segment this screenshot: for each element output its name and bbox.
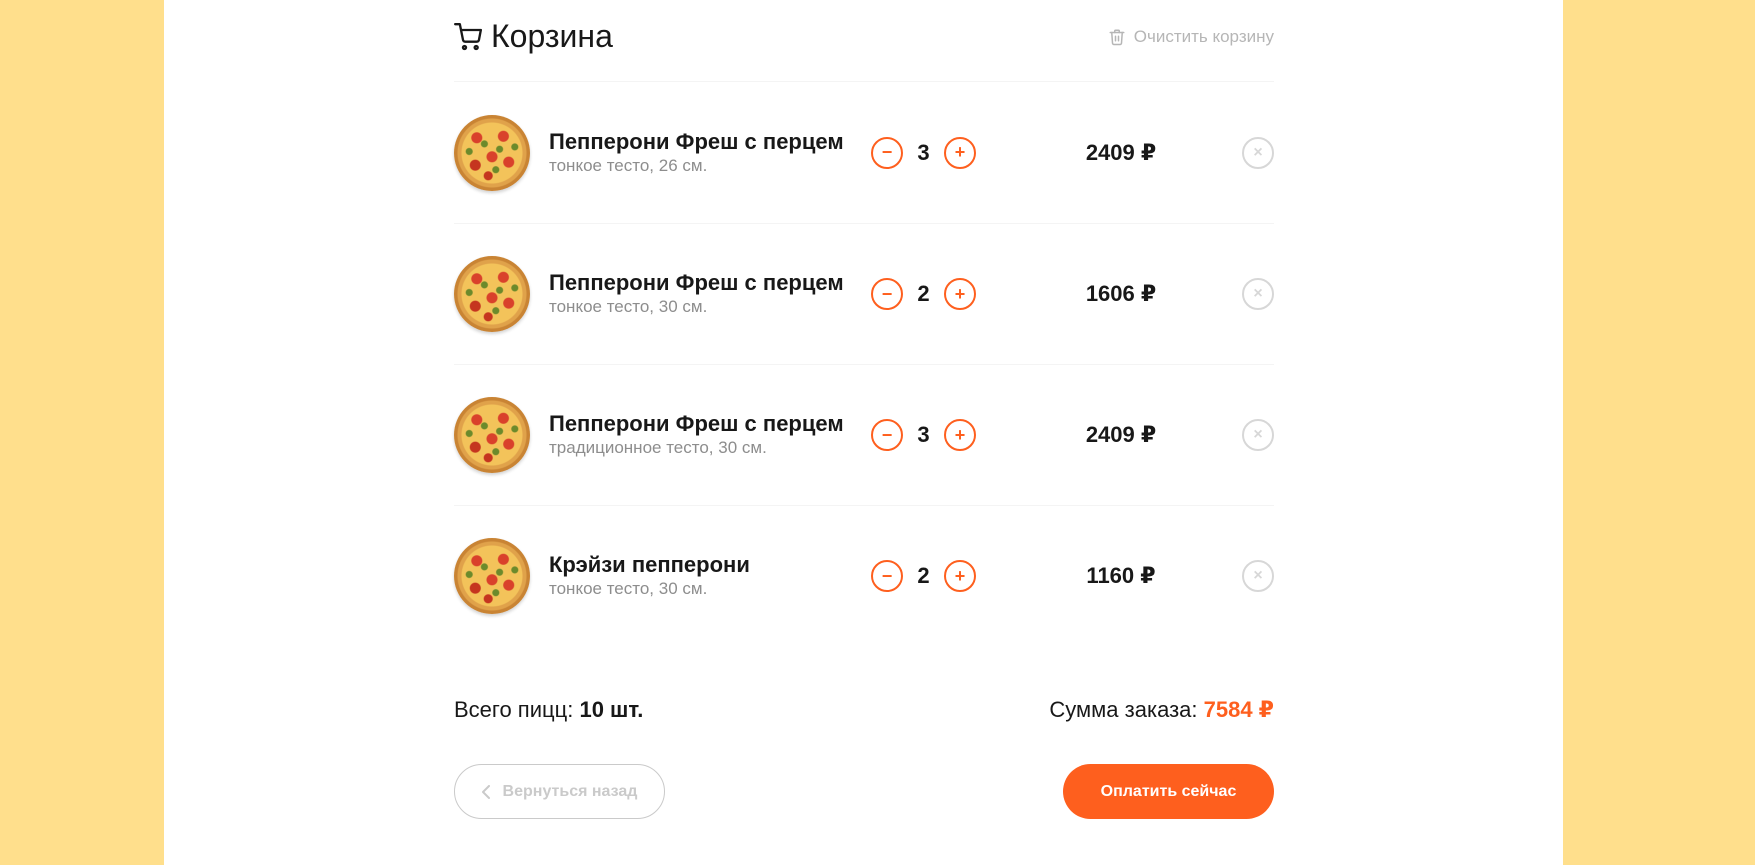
item-name: Пепперони Фреш с перцем xyxy=(549,270,844,295)
decrease-button[interactable]: − xyxy=(871,136,903,169)
page: Корзина Очистить корзину Пепперони Фреш … xyxy=(164,0,1563,865)
cart-items: Пепперони Фреш с перцем тонкое тесто, 26… xyxy=(454,82,1274,646)
chevron-left-icon xyxy=(481,784,490,799)
item-name: Крэйзи пепперони xyxy=(549,552,750,577)
order-sum-value: 7584 ₽ xyxy=(1203,697,1274,722)
clear-cart-button[interactable]: Очистить корзину xyxy=(1108,27,1274,47)
decrease-button[interactable]: − xyxy=(871,560,903,592)
remove-item-button[interactable]: × xyxy=(1242,136,1274,169)
item-info: Пепперони Фреш с перцем тонкое тесто, 26… xyxy=(549,129,871,177)
pizza-image xyxy=(454,114,530,191)
quantity-value: 3 xyxy=(917,422,930,447)
remove-item-button[interactable]: × xyxy=(1242,419,1274,451)
item-description: традиционное тесто, 30 см. xyxy=(549,438,767,457)
quantity-stepper: − 2 + xyxy=(871,560,981,592)
remove-item-button[interactable]: × xyxy=(1242,278,1274,310)
pizza-image xyxy=(454,397,530,473)
item-description: тонкое тесто, 30 см. xyxy=(549,297,708,316)
order-summary: Всего пицц: 10 шт. Сумма заказа: 7584 ₽ xyxy=(454,660,1274,760)
cart-item: Пепперони Фреш с перцем традиционное тес… xyxy=(454,364,1274,505)
increase-button[interactable]: + xyxy=(944,560,976,592)
quantity-stepper: − 3 + xyxy=(871,136,981,169)
quantity-value: 3 xyxy=(917,139,930,165)
remove-item-button[interactable]: × xyxy=(1242,560,1274,592)
item-name: Пепперони Фреш с перцем xyxy=(549,411,844,436)
total-pizzas: Всего пицц: 10 шт. xyxy=(454,697,643,723)
quantity-stepper: − 3 + xyxy=(871,419,981,451)
trash-icon xyxy=(1109,29,1125,45)
item-info: Пепперони Фреш с перцем тонкое тесто, 30… xyxy=(549,270,871,318)
cart-item: Пепперони Фреш с перцем тонкое тесто, 26… xyxy=(454,82,1274,223)
cart-title: Корзина xyxy=(454,18,613,55)
quantity-value: 2 xyxy=(917,281,930,306)
item-price: 1160 ₽ xyxy=(1086,563,1156,588)
cart-item: Пепперони Фреш с перцем тонкое тесто, 30… xyxy=(454,223,1274,364)
cart-actions: Вернуться назад Оплатить сейчас xyxy=(454,764,1274,819)
item-description: тонкое тесто, 30 см. xyxy=(549,579,708,598)
total-pizzas-value: 10 шт. xyxy=(579,697,644,722)
item-price: 2409 ₽ xyxy=(1085,139,1157,165)
item-name: Пепперони Фреш с перцем xyxy=(549,128,844,154)
increase-button[interactable]: + xyxy=(944,136,976,169)
total-pizzas-label: Всего пицц: xyxy=(454,697,574,722)
cart-title-text: Корзина xyxy=(491,18,613,54)
increase-button[interactable]: + xyxy=(944,278,976,310)
item-info: Пепперони Фреш с перцем традиционное тес… xyxy=(549,411,871,459)
pay-now-label: Оплатить сейчас xyxy=(1100,782,1237,800)
back-button[interactable]: Вернуться назад xyxy=(454,764,665,819)
decrease-button[interactable]: − xyxy=(871,278,903,310)
cart-icon xyxy=(454,22,482,50)
pizza-image xyxy=(454,538,530,614)
pizza-image xyxy=(454,256,530,332)
item-price: 2409 ₽ xyxy=(1085,422,1157,447)
pay-now-button[interactable]: Оплатить сейчас xyxy=(1063,764,1274,819)
increase-button[interactable]: + xyxy=(944,419,976,451)
quantity-stepper: − 2 + xyxy=(871,278,981,310)
decrease-button[interactable]: − xyxy=(871,419,903,451)
order-sum: Сумма заказа: 7584 ₽ xyxy=(1049,697,1274,723)
back-button-label: Вернуться назад xyxy=(502,782,638,800)
cart-container: Корзина Очистить корзину Пепперони Фреш … xyxy=(454,0,1274,819)
item-price: 1606 ₽ xyxy=(1085,281,1157,306)
quantity-value: 2 xyxy=(917,563,930,588)
clear-cart-label: Очистить корзину xyxy=(1133,26,1274,46)
item-info: Крэйзи пепперони тонкое тесто, 30 см. xyxy=(549,552,871,600)
item-description: тонкое тесто, 26 см. xyxy=(549,155,708,175)
cart-header: Корзина Очистить корзину xyxy=(454,0,1274,82)
cart-item: Крэйзи пепперони тонкое тесто, 30 см. − … xyxy=(454,505,1274,646)
order-sum-label: Сумма заказа: xyxy=(1049,697,1198,722)
